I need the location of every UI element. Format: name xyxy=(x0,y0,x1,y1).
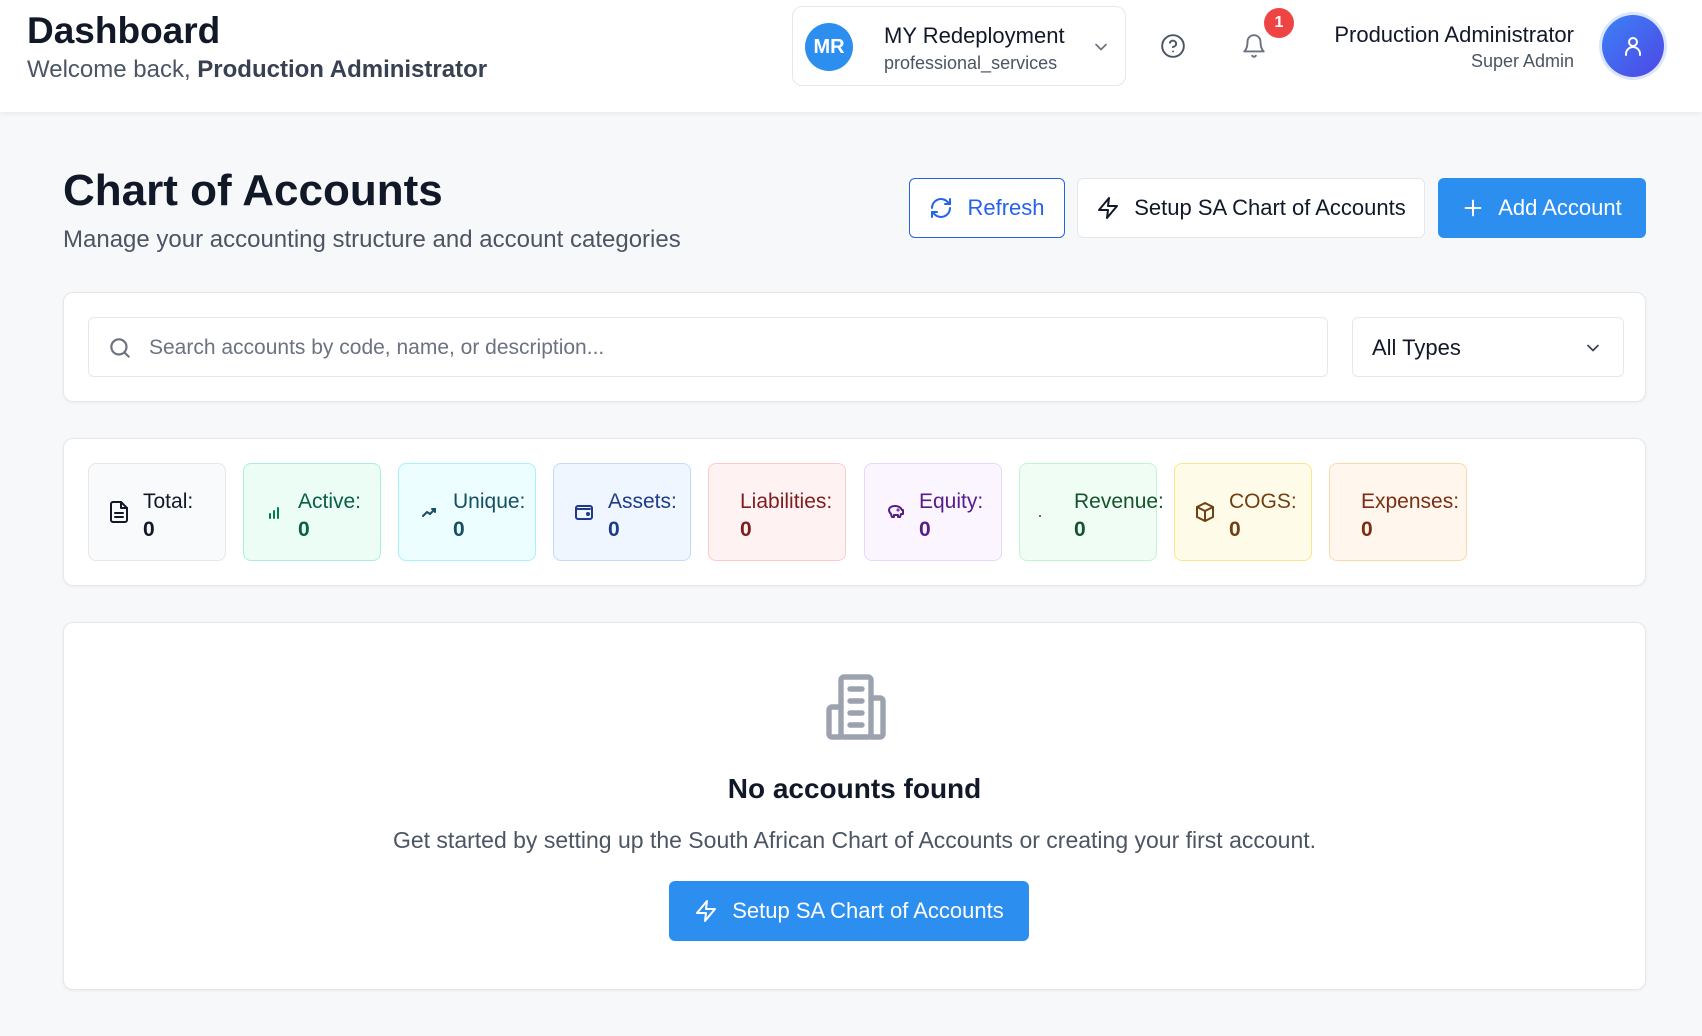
stat-label: Revenue: xyxy=(1074,490,1164,513)
org-type: professional_services xyxy=(884,53,1058,73)
org-name: MY Redeployment xyxy=(884,23,1065,48)
filter-card: All Types xyxy=(63,292,1646,402)
refresh-button[interactable]: Refresh xyxy=(909,178,1065,238)
stat-value: 0 xyxy=(1074,518,1086,541)
user-name: Production Administrator xyxy=(1334,22,1574,47)
search-icon xyxy=(107,335,133,366)
stat-value: 0 xyxy=(608,518,620,541)
account-type-select[interactable]: All Types xyxy=(1352,317,1624,377)
stat-cogs: COGS: 0 xyxy=(1174,463,1312,561)
bell-icon[interactable] xyxy=(1241,33,1267,64)
building-icon xyxy=(820,671,892,748)
empty-state-card: No accounts found Get started by setting… xyxy=(63,622,1646,990)
stat-value: 0 xyxy=(143,518,155,541)
setup-label: Setup SA Chart of Accounts xyxy=(1134,195,1406,220)
add-account-label: Add Account xyxy=(1498,195,1622,220)
stat-label: Unique: xyxy=(453,490,526,513)
welcome-name: Production Administrator xyxy=(197,56,488,83)
notification-badge: 1 xyxy=(1264,8,1294,38)
welcome-prefix: Welcome back, xyxy=(27,56,191,83)
top-header: Dashboard Welcome back, Production Admin… xyxy=(0,0,1702,112)
stat-unique: Unique: 0 xyxy=(398,463,536,561)
organization-switcher[interactable]: MR MY Redeployment professional_services xyxy=(792,6,1126,86)
help-icon[interactable] xyxy=(1160,33,1186,64)
stat-label: COGS: xyxy=(1229,490,1297,513)
org-avatar: MR xyxy=(805,23,853,71)
setup-sa-chart-button[interactable]: Setup SA Chart of Accounts xyxy=(1077,178,1425,238)
bar-chart-icon xyxy=(262,500,286,524)
dot-icon xyxy=(1038,500,1062,524)
stat-liabilities: Liabilities: 0 xyxy=(708,463,846,561)
user-icon xyxy=(1625,37,1641,56)
welcome-text: Welcome back, Production Administrator xyxy=(27,56,487,84)
lightning-icon xyxy=(1098,197,1119,219)
add-account-button[interactable]: Add Account xyxy=(1438,178,1646,238)
user-role: Super Admin xyxy=(1470,51,1574,71)
stat-value: 0 xyxy=(298,518,310,541)
empty-state-description: Get started by setting up the South Afri… xyxy=(392,827,1317,853)
wallet-icon xyxy=(572,500,596,524)
stat-label: Active: xyxy=(298,490,362,513)
stat-value: 0 xyxy=(740,518,752,541)
stat-active: Active: 0 xyxy=(243,463,381,561)
account-type-value: All Types xyxy=(1372,335,1461,360)
empty-setup-label: Setup SA Chart of Accounts xyxy=(732,898,1004,923)
package-icon xyxy=(1193,500,1217,524)
document-icon xyxy=(107,500,131,524)
piggy-bank-icon xyxy=(883,500,907,524)
stat-total: Total: 0 xyxy=(88,463,226,561)
stat-label: Liabilities: xyxy=(740,490,833,513)
empty-setup-sa-chart-button[interactable]: Setup SA Chart of Accounts xyxy=(669,881,1029,941)
trending-up-icon xyxy=(417,500,441,524)
search-box xyxy=(88,317,1328,377)
header-title: Dashboard xyxy=(27,10,221,51)
stat-label: Equity: xyxy=(919,490,984,513)
refresh-label: Refresh xyxy=(967,195,1045,220)
refresh-icon xyxy=(931,198,952,218)
user-avatar[interactable] xyxy=(1602,15,1664,77)
stat-equity: Equity: 0 xyxy=(864,463,1002,561)
stat-label: Total: xyxy=(143,490,194,513)
stats-card: Total: 0 Active: 0 Unique: 0 Assets: 0 L… xyxy=(63,438,1646,586)
stat-expenses: Expenses: 0 xyxy=(1329,463,1467,561)
stat-value: 0 xyxy=(1361,518,1373,541)
chevron-down-icon xyxy=(1091,37,1111,62)
search-input[interactable] xyxy=(149,328,1309,368)
page-subtitle: Manage your accounting structure and acc… xyxy=(63,226,681,253)
plus-icon xyxy=(1464,199,1482,217)
stat-label: Assets: xyxy=(608,490,677,513)
stat-value: 0 xyxy=(1229,518,1241,541)
stat-value: 0 xyxy=(919,518,931,541)
stat-value: 0 xyxy=(453,518,465,541)
stat-assets: Assets: 0 xyxy=(553,463,691,561)
empty-state-title: No accounts found xyxy=(727,773,982,804)
chevron-down-icon xyxy=(1583,338,1603,363)
stat-revenue: Revenue: 0 xyxy=(1019,463,1164,561)
page-title: Chart of Accounts xyxy=(63,166,443,215)
stat-label: Expenses: xyxy=(1361,490,1460,513)
lightning-icon xyxy=(696,900,717,922)
